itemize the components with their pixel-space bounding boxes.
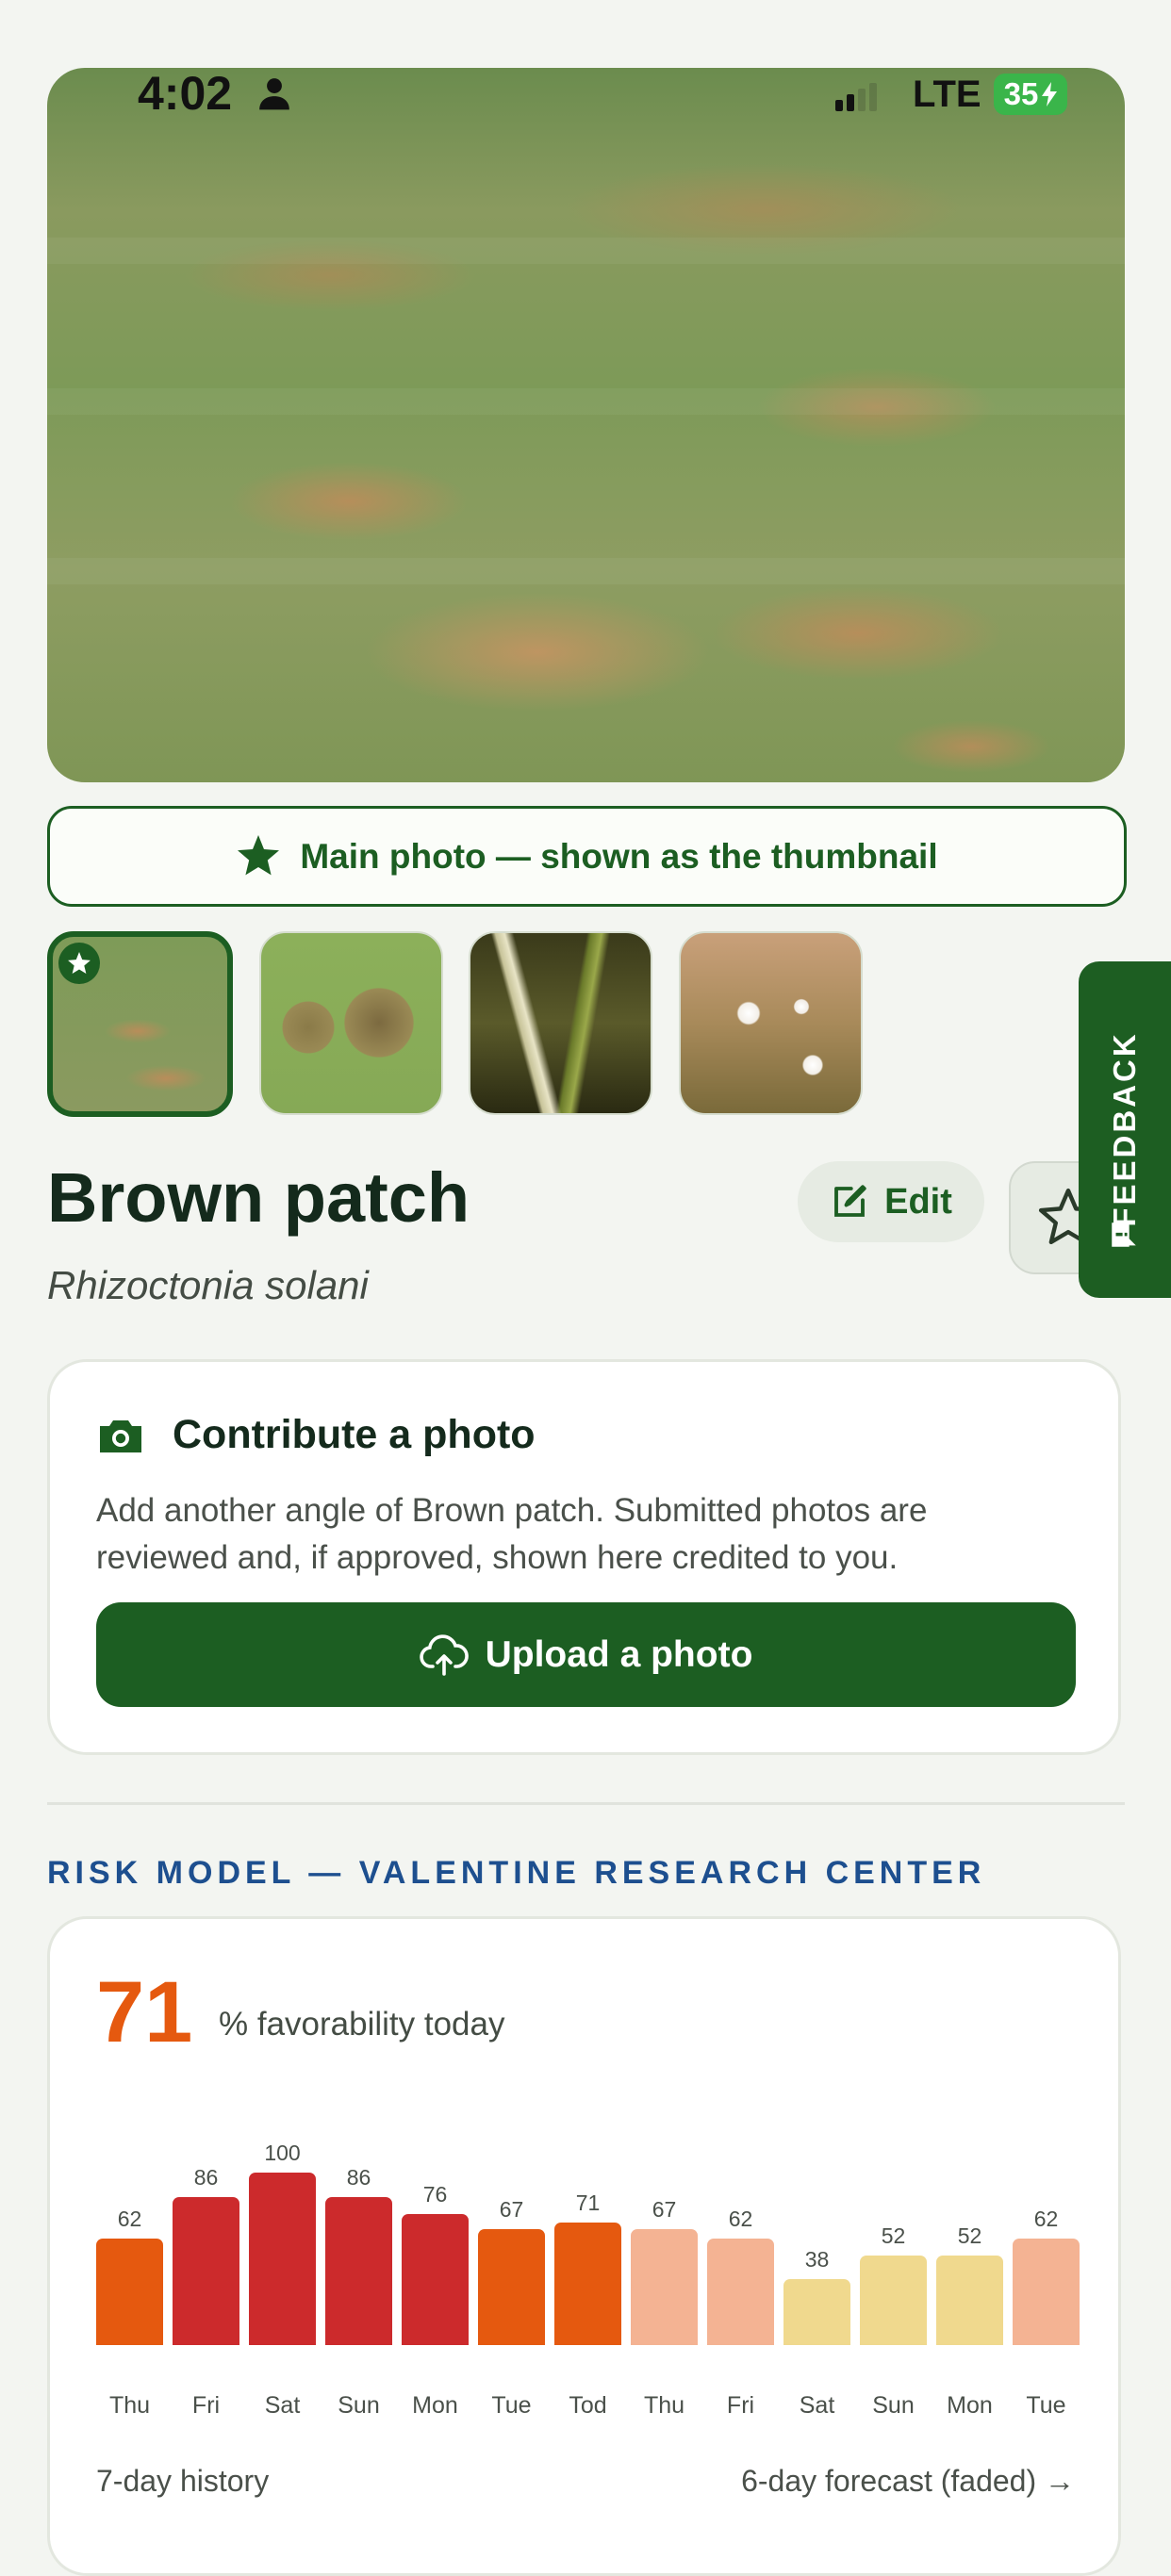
chart-data-label: 38: [804, 2247, 830, 2272]
chat-icon: [1108, 1219, 1140, 1251]
upload-label: Upload a photo: [485, 1633, 753, 1675]
risk-model-heading: RISK MODEL — VALENTINE RESEARCH CENTER: [47, 1855, 986, 1891]
chart-tick-label: Fri: [191, 2392, 221, 2419]
chart-bar: [707, 2238, 774, 2345]
chart-tick-label: Mon: [412, 2392, 458, 2419]
cloud-upload-icon: [419, 1633, 469, 1676]
chart-data-label: 62: [117, 2206, 142, 2231]
chart-data-label: 52: [957, 2223, 982, 2248]
chart-tick-label: Tod: [569, 2392, 607, 2419]
person-icon: [256, 75, 292, 116]
chart-bar: [631, 2229, 698, 2345]
chart-bar: [1013, 2238, 1080, 2345]
chart-bar: [402, 2213, 469, 2345]
chart-bar: [554, 2223, 621, 2345]
scientific-name: Rhizoctonia solani: [47, 1263, 369, 1307]
risk-chart: 62 Thu 86 Fri 100 Sat 86 Sun 76 Mon 67 Tue 71 Tod 67 Th…: [96, 2130, 1080, 2432]
chart-tick-label: Tue: [491, 2392, 532, 2419]
chart-data-label: 52: [881, 2223, 906, 2248]
chart-data-label: 71: [575, 2190, 601, 2216]
disease-title: Brown patch: [47, 1158, 470, 1237]
edit-button[interactable]: Edit: [798, 1161, 984, 1242]
chart-tick-label: Mon: [947, 2392, 993, 2419]
chart-bar: [478, 2229, 545, 2345]
chart-bar: [325, 2196, 392, 2345]
chart-data-label: 86: [346, 2164, 371, 2190]
signal-icon: [833, 81, 881, 118]
chart-tick-label: Thu: [108, 2392, 151, 2419]
chart-tick-label: Sat: [264, 2392, 301, 2419]
edit-icon: [834, 1185, 866, 1217]
network-label: LTE: [913, 74, 981, 115]
main-photo-label: Main photo — shown as the thumbnail: [300, 836, 938, 876]
upload-photo-button[interactable]: Upload a photo: [96, 1602, 1076, 1707]
history-label: 7-day history: [96, 2464, 270, 2498]
hero-photo: [47, 68, 1125, 782]
contribute-description: Add another angle of Brown patch. Submit…: [96, 1492, 928, 1576]
chart-tick-label: Sat: [799, 2392, 835, 2419]
star-icon: [238, 834, 280, 875]
thumbnail-1[interactable]: [47, 931, 233, 1117]
battery-level: 35: [1003, 76, 1039, 111]
chart-tick-label: Sun: [338, 2392, 380, 2419]
favorability-label: % favorability today: [219, 2006, 505, 2043]
charging-icon: [1042, 82, 1058, 107]
status-time: 4:02: [138, 67, 233, 120]
chart-bar: [936, 2255, 1003, 2345]
main-photo-badge: [58, 943, 100, 984]
section-divider: [47, 1802, 1125, 1805]
chart-tick-label: Tue: [1026, 2392, 1066, 2419]
chart-bar: [249, 2173, 316, 2345]
chart-data-label: 67: [651, 2197, 677, 2223]
chart-data-label: 62: [1033, 2206, 1059, 2231]
camera-icon: [96, 1417, 145, 1459]
chart-data-label: 100: [264, 2141, 301, 2165]
chart-bar: [96, 2238, 163, 2345]
chart-data-label: 62: [728, 2206, 753, 2231]
feedback-label[interactable]: FEEDBACK: [1107, 1031, 1143, 1226]
chart-tick-label: Sun: [872, 2392, 915, 2419]
edit-label: Edit: [884, 1181, 952, 1222]
chart-bar: [860, 2255, 927, 2345]
main-photo-banner[interactable]: Main photo — shown as the thumbnail: [47, 806, 1127, 907]
chart-bar: [173, 2196, 239, 2345]
battery-indicator: 35: [994, 74, 1067, 115]
thumbnail-3[interactable]: [469, 931, 652, 1115]
chart-tick-label: Fri: [726, 2392, 755, 2419]
thumbnail-4[interactable]: [679, 931, 863, 1115]
chart-tick-label: Thu: [643, 2392, 685, 2419]
chart-data-label: 76: [422, 2181, 448, 2207]
chart-data-label: 67: [499, 2197, 524, 2223]
star-icon: [68, 951, 91, 974]
thumbnail-2[interactable]: [259, 931, 443, 1115]
chart-data-label: 86: [193, 2164, 219, 2190]
favorability-value: 71: [96, 1964, 193, 2060]
contribute-title: Contribute a photo: [173, 1412, 536, 1457]
chart-bar: [783, 2279, 850, 2345]
forecast-label: 6-day forecast (faded) →: [741, 2464, 1075, 2498]
